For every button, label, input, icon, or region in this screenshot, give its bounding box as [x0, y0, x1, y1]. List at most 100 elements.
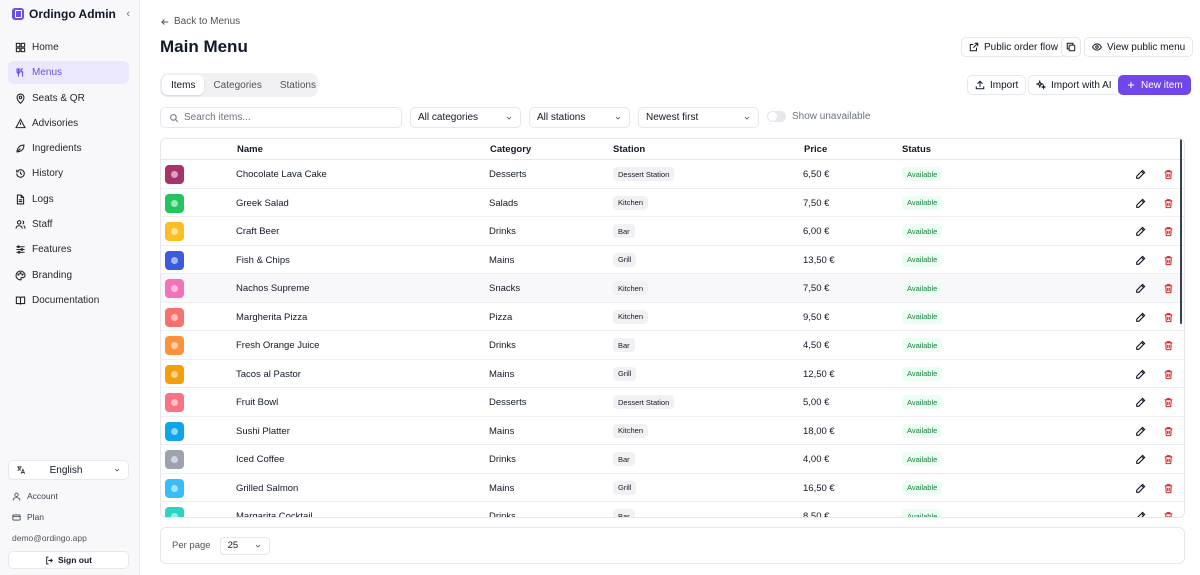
table-row[interactable]: Iced Coffee Drinks Bar 4,00 € Available	[161, 445, 1184, 474]
station-badge: Kitchen	[613, 423, 649, 438]
category-filter-select[interactable]: All categories	[410, 107, 521, 128]
trash-icon[interactable]	[1163, 426, 1174, 437]
sidebar-item-label: Menus	[32, 67, 63, 79]
trash-icon[interactable]	[1163, 226, 1174, 237]
edit-icon[interactable]	[1135, 511, 1146, 518]
chevron-down-icon	[615, 116, 621, 120]
collapse-sidebar-icon[interactable]: ‹	[126, 8, 130, 20]
sidebar-item-staff[interactable]: Staff	[8, 213, 129, 236]
edit-icon[interactable]	[1135, 483, 1146, 494]
edit-icon[interactable]	[1135, 226, 1146, 237]
edit-icon[interactable]	[1135, 255, 1146, 266]
trash-icon[interactable]	[1163, 511, 1174, 518]
edit-icon[interactable]	[1135, 198, 1146, 209]
sidebar-item-ingredients[interactable]: Ingredients	[8, 137, 129, 160]
import-button[interactable]: Import	[967, 75, 1027, 95]
item-price: 13,50 €	[803, 254, 835, 266]
leaf-icon	[16, 144, 25, 153]
table-row[interactable]: Margarita Cocktail Drinks Bar 8,50 € Availab…	[161, 502, 1184, 518]
table-row[interactable]: Nachos Supreme Snacks Kitchen 7,50 € Availab…	[161, 274, 1184, 303]
per-page-select[interactable]: 25	[219, 536, 270, 555]
language-select[interactable]: English	[8, 460, 129, 480]
back-to-menus-link[interactable]: Back to Menus	[160, 16, 240, 27]
item-category: Drinks	[489, 511, 516, 518]
trash-icon[interactable]	[1163, 255, 1174, 266]
tab-stations[interactable]: Stations	[271, 75, 325, 95]
table-row[interactable]: Craft Beer Drinks Bar 6,00 € Available	[161, 217, 1184, 246]
edit-icon[interactable]	[1135, 454, 1146, 465]
show-unavailable-control[interactable]: Show unavailable	[767, 111, 870, 122]
account-link[interactable]: Account	[12, 491, 128, 501]
edit-icon[interactable]	[1135, 340, 1146, 351]
import-with-ai-label: Import with AI	[1051, 79, 1112, 91]
item-name: Craft Beer	[236, 226, 280, 237]
table-row[interactable]: Fruit Bowl Desserts Dessert Station 5,00 € A…	[161, 388, 1184, 417]
search-input[interactable]	[184, 112, 384, 123]
copy-link-button[interactable]	[1061, 37, 1081, 57]
plan-link[interactable]: Plan	[12, 512, 128, 522]
import-with-ai-button[interactable]: Import with AI	[1028, 75, 1120, 95]
sidebar-item-label: Seats & QR	[32, 92, 85, 104]
table-row[interactable]: Chocolate Lava Cake Desserts Dessert Stati…	[161, 160, 1184, 189]
column-header-name[interactable]: Name	[237, 144, 263, 155]
page-title: Main Menu	[160, 37, 248, 56]
public-order-flow-label: Public order flow	[984, 41, 1058, 53]
column-header-category[interactable]: Category	[490, 144, 531, 155]
sidebar-item-history[interactable]: History	[8, 162, 129, 185]
user-icon	[12, 492, 21, 500]
trash-icon[interactable]	[1163, 283, 1174, 294]
item-thumbnail	[165, 165, 184, 184]
sidebar-item-documentation[interactable]: Documentation	[8, 289, 129, 312]
trash-icon[interactable]	[1163, 198, 1174, 209]
sidebar-item-branding[interactable]: Branding	[8, 264, 129, 287]
sidebar-item-advisories[interactable]: Advisories	[8, 112, 129, 135]
table-row[interactable]: Grilled Salmon Mains Grill 16,50 € Available	[161, 474, 1184, 502]
sidebar-item-seats-qr[interactable]: Seats & QR	[8, 87, 129, 110]
sidebar-item-features[interactable]: Features	[8, 238, 129, 261]
column-header-price[interactable]: Price	[804, 144, 827, 155]
edit-icon[interactable]	[1135, 312, 1146, 323]
item-thumbnail	[165, 393, 184, 412]
tab-items[interactable]: Items	[162, 75, 205, 95]
table-row[interactable]: Fresh Orange Juice Drinks Bar 4,50 € Availab…	[161, 331, 1184, 360]
sidebar-item-logs[interactable]: Logs	[8, 188, 129, 211]
sign-out-label: Sign out	[58, 555, 92, 565]
sidebar-item-menus[interactable]: Menus	[8, 61, 129, 85]
public-order-flow-button[interactable]: Public order flow	[961, 37, 1066, 57]
edit-icon[interactable]	[1135, 283, 1146, 294]
view-public-menu-button[interactable]: View public menu	[1084, 37, 1194, 57]
table-row[interactable]: Greek Salad Salads Kitchen 7,50 € Available	[161, 189, 1184, 217]
map-pin-icon	[16, 93, 25, 104]
edit-icon[interactable]	[1135, 426, 1146, 437]
sort-select[interactable]: Newest first	[638, 107, 759, 128]
trash-icon[interactable]	[1163, 454, 1174, 465]
table-row[interactable]: Margherita Pizza Pizza Kitchen 9,50 € Availa…	[161, 303, 1184, 331]
edit-icon[interactable]	[1135, 169, 1146, 180]
search-field[interactable]	[160, 107, 402, 128]
sign-out-button[interactable]: Sign out	[8, 551, 129, 569]
item-category: Drinks	[489, 340, 516, 351]
column-header-station[interactable]: Station	[613, 144, 645, 155]
tab-categories[interactable]: Categories	[204, 75, 270, 95]
trash-icon[interactable]	[1163, 369, 1174, 380]
edit-icon[interactable]	[1135, 369, 1146, 380]
sidebar-item-home[interactable]: Home	[8, 36, 129, 59]
item-name: Margherita Pizza	[236, 311, 308, 323]
trash-icon[interactable]	[1163, 397, 1174, 408]
show-unavailable-toggle[interactable]	[767, 111, 786, 122]
column-header-status[interactable]: Status	[902, 144, 931, 155]
table-row[interactable]: Sushi Platter Mains Kitchen 18,00 € Availabl…	[161, 417, 1184, 445]
station-filter-select[interactable]: All stations	[529, 107, 630, 128]
trash-icon[interactable]	[1163, 169, 1174, 180]
new-item-button[interactable]: New item	[1118, 75, 1191, 95]
edit-icon[interactable]	[1135, 397, 1146, 408]
table-row[interactable]: Tacos al Pastor Mains Grill 12,50 € Availabl…	[161, 360, 1184, 388]
trash-icon[interactable]	[1163, 340, 1174, 351]
sidebar-item-label: Logs	[32, 193, 54, 205]
station-badge: Kitchen	[613, 195, 649, 210]
table-scrollbar[interactable]	[1180, 139, 1182, 324]
trash-icon[interactable]	[1163, 312, 1174, 323]
table-row[interactable]: Fish & Chips Mains Grill 13,50 € Available	[161, 246, 1184, 274]
trash-icon[interactable]	[1163, 483, 1174, 494]
sign-out-icon	[46, 556, 53, 564]
